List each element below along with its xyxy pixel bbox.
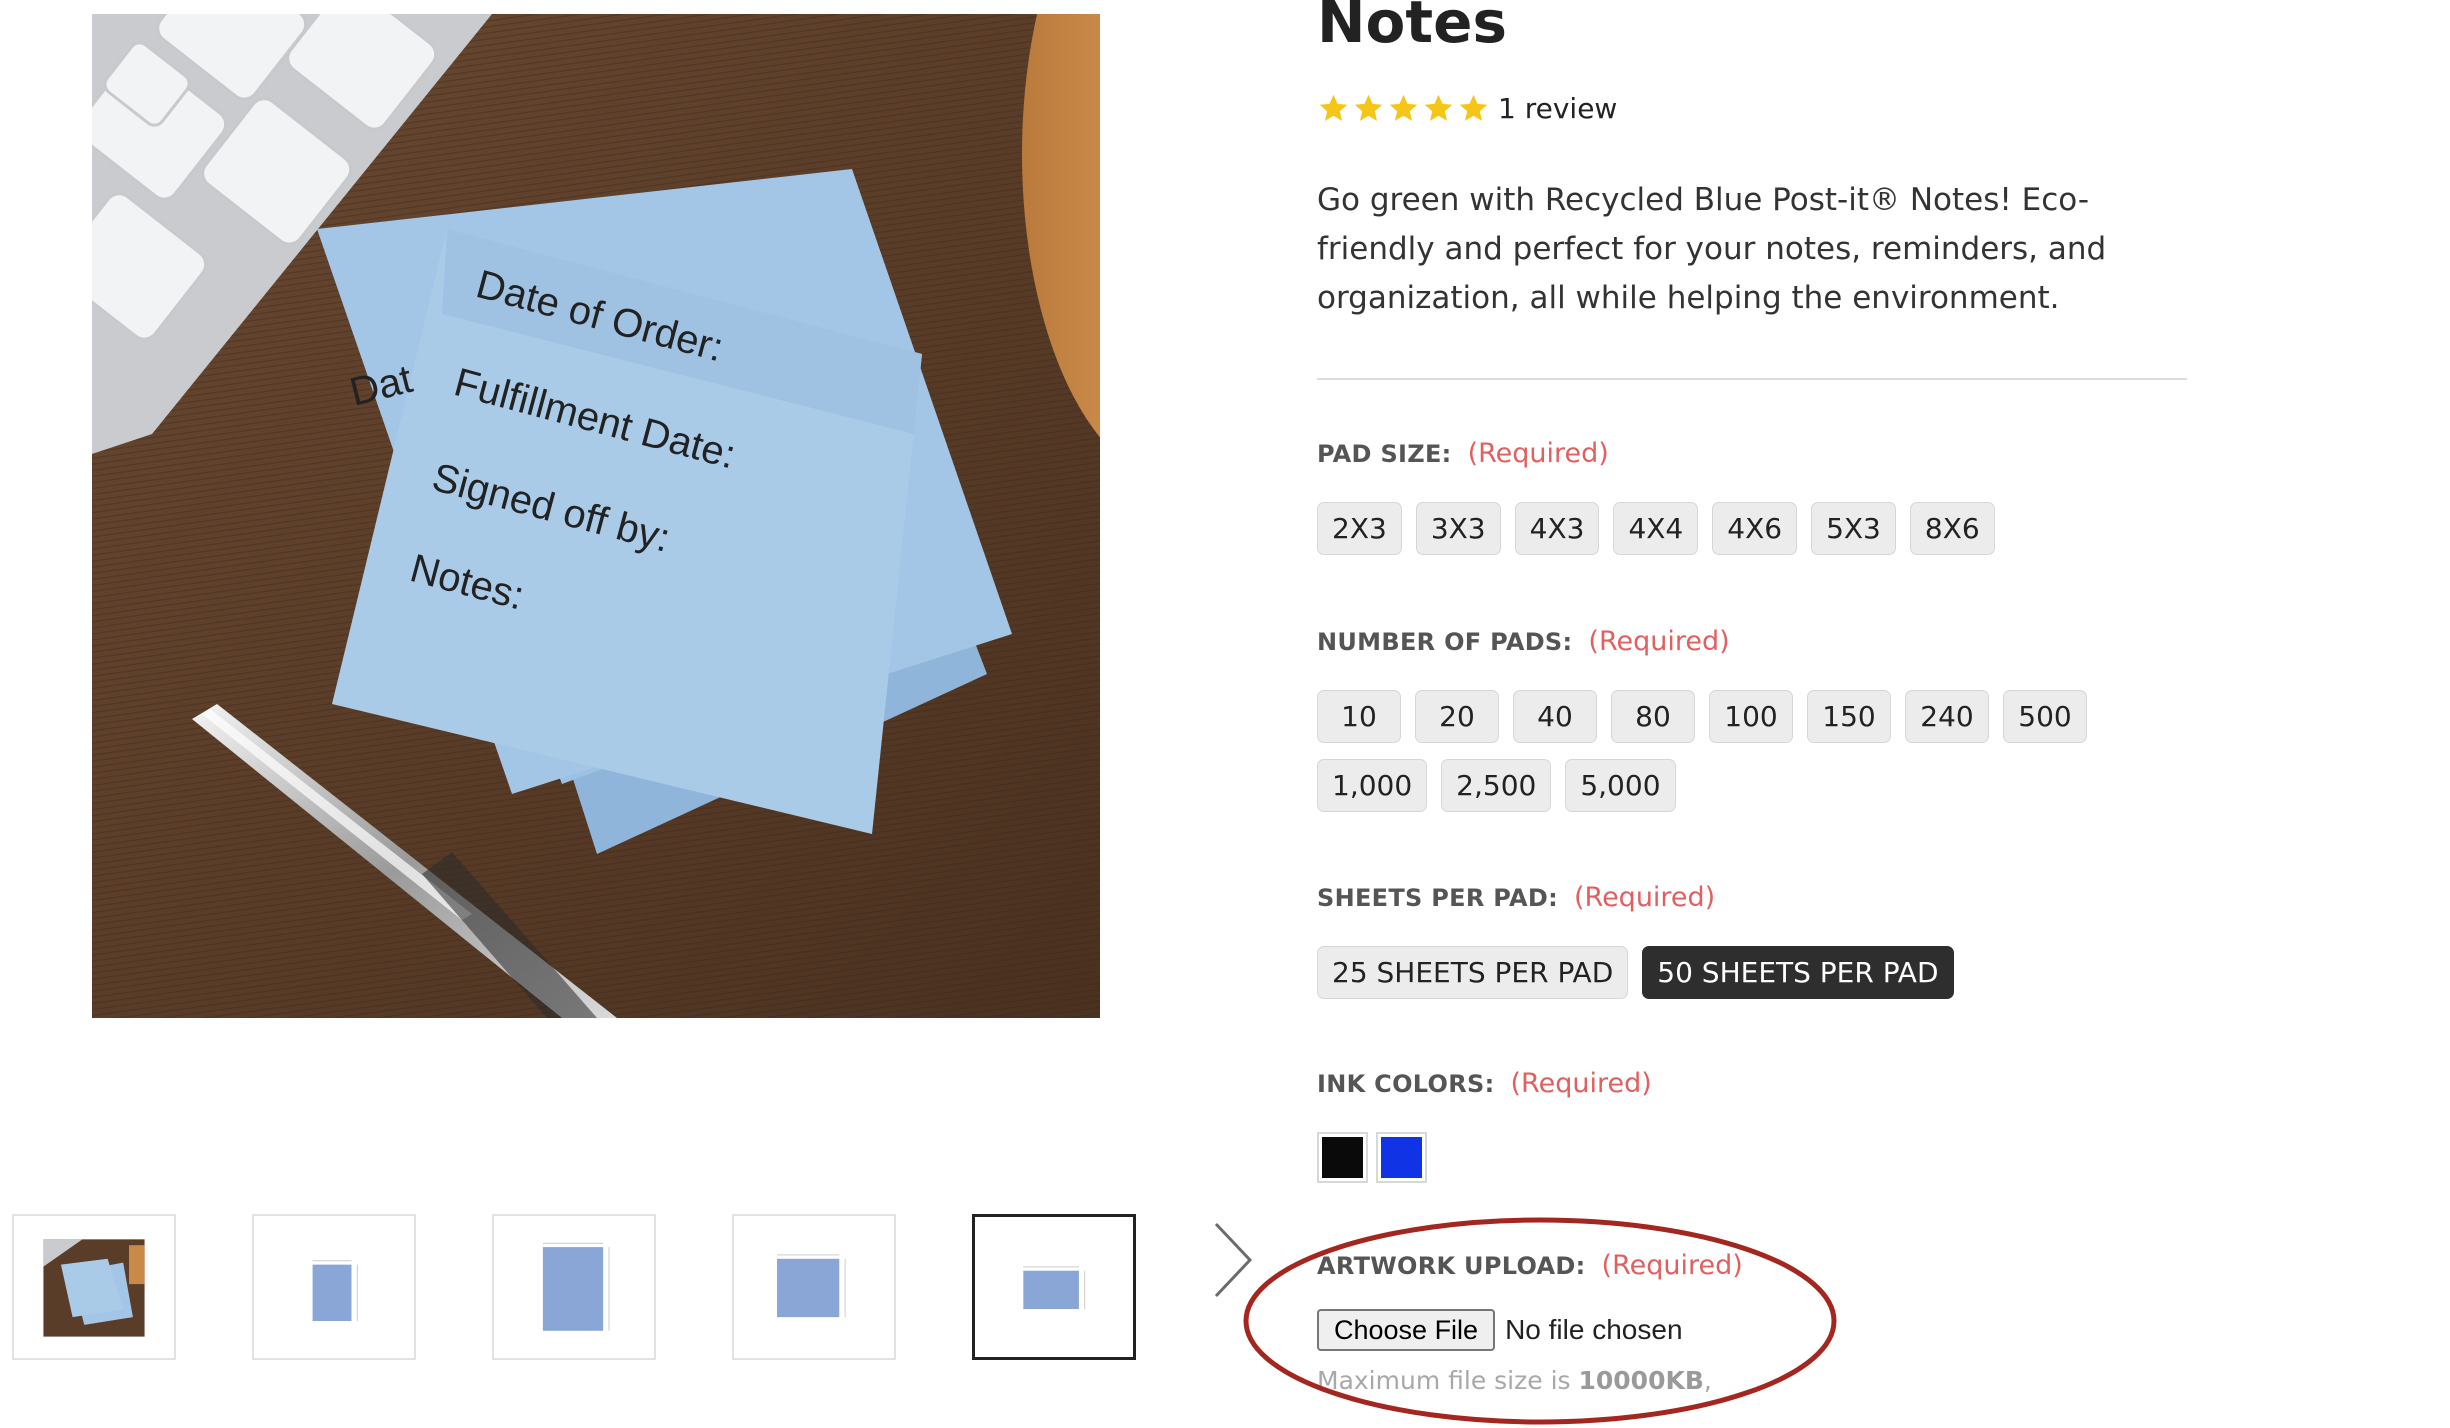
pad-size-option: PAD SIZE: (Required) 2X3 3X3 4X3 4X4 4X6… (1317, 438, 2187, 555)
choose-file-button[interactable]: Choose File (1317, 1309, 1496, 1351)
sheets-50-button[interactable]: 50 SHEETS PER PAD (1642, 946, 1954, 999)
divider (1317, 378, 2187, 380)
artwork-upload-label: ARTWORK UPLOAD: (1317, 1252, 1586, 1280)
pad-size-4x6-button[interactable]: 4X6 (1712, 502, 1798, 555)
thumbnail-4[interactable] (732, 1214, 896, 1360)
thumbnail-3[interactable] (492, 1214, 656, 1360)
review-count-link[interactable]: 1 review (1498, 92, 1617, 125)
pads-500-button[interactable]: 500 (2003, 690, 2087, 743)
pads-100-button[interactable]: 100 (1709, 690, 1793, 743)
pad-size-choices: 2X3 3X3 4X3 4X4 4X6 5X3 8X6 (1317, 502, 2187, 555)
chevron-right-icon[interactable] (1210, 1220, 1256, 1300)
number-of-pads-option: NUMBER OF PADS: (Required) 10 20 40 80 1… (1317, 626, 2187, 812)
max-file-size-hint: Maximum file size is 10000KB, (1317, 1366, 2017, 1395)
star-icon (1389, 94, 1418, 121)
product-title: Notes (1317, 0, 1507, 56)
ink-color-blue-swatch[interactable] (1376, 1132, 1427, 1183)
artwork-upload-required: (Required) (1601, 1250, 1743, 1281)
thumbnail-2[interactable] (252, 1214, 416, 1360)
max-file-size-suffix: , (1703, 1366, 1712, 1395)
sheets-per-pad-option: SHEETS PER PAD: (Required) 25 SHEETS PER… (1317, 882, 2187, 999)
main-product-image[interactable]: Date of Order: Fulfillment Date: Signed … (92, 14, 1100, 1018)
pads-240-button[interactable]: 240 (1905, 690, 1989, 743)
pads-40-button[interactable]: 40 (1513, 690, 1597, 743)
star-rating (1317, 92, 1490, 125)
pads-80-button[interactable]: 80 (1611, 690, 1695, 743)
artwork-upload-section: ARTWORK UPLOAD: (Required) Choose File N… (1317, 1250, 2017, 1395)
pad-size-5x3-button[interactable]: 5X3 (1811, 502, 1896, 555)
ink-colors-label: INK COLORS: (1317, 1070, 1495, 1098)
star-icon (1354, 94, 1383, 121)
number-of-pads-choices: 10 20 40 80 100 150 240 500 1,000 2,500 … (1317, 690, 2187, 812)
pad-size-4x4-button[interactable]: 4X4 (1613, 502, 1699, 555)
sheets-per-pad-required: (Required) (1573, 882, 1716, 913)
ink-colors-required: (Required) (1510, 1068, 1652, 1099)
number-of-pads-required: (Required) (1588, 626, 1730, 657)
ink-colors-option: INK COLORS: (Required) (1317, 1068, 2187, 1183)
pad-size-3x3-button[interactable]: 3X3 (1415, 502, 1501, 555)
pad-size-4x3-button[interactable]: 4X3 (1514, 502, 1600, 555)
ink-color-swatches (1317, 1132, 2187, 1183)
pad-size-8x6-button[interactable]: 8X6 (1909, 502, 1995, 555)
pad-size-2x3-button[interactable]: 2X3 (1317, 502, 1402, 555)
pads-5000-button[interactable]: 5,000 (1565, 759, 1676, 812)
pads-1000-button[interactable]: 1,000 (1317, 759, 1428, 812)
pads-10-button[interactable]: 10 (1317, 690, 1401, 743)
pad-size-required: (Required) (1467, 438, 1609, 469)
sheets-per-pad-label: SHEETS PER PAD: (1317, 884, 1558, 912)
pads-20-button[interactable]: 20 (1415, 690, 1499, 743)
file-status-text: No file chosen (1505, 1314, 1683, 1345)
file-input[interactable]: Choose File No file chosen (1317, 1308, 2017, 1352)
product-description: Go green with Recycled Blue Post-it® Not… (1317, 182, 2107, 316)
number-of-pads-label: NUMBER OF PADS: (1317, 628, 1573, 656)
star-icon (1319, 94, 1348, 121)
pads-150-button[interactable]: 150 (1807, 690, 1891, 743)
star-icon (1424, 94, 1453, 121)
star-icon (1459, 94, 1488, 121)
thumbnail-strip (12, 1214, 1282, 1362)
sheets-25-button[interactable]: 25 SHEETS PER PAD (1317, 946, 1629, 999)
ink-color-black-swatch[interactable] (1317, 1132, 1368, 1183)
pad-size-label: PAD SIZE: (1317, 440, 1452, 468)
thumbnail-5[interactable] (972, 1214, 1136, 1360)
thumbnail-1[interactable] (12, 1214, 176, 1360)
rating-summary[interactable]: 1 review (1317, 88, 1617, 128)
sheets-per-pad-choices: 25 SHEETS PER PAD 50 SHEETS PER PAD (1317, 946, 2187, 999)
max-file-size-value: 10000KB (1578, 1366, 1704, 1395)
pads-2500-button[interactable]: 2,500 (1441, 759, 1552, 812)
max-file-size-prefix: Maximum file size is (1317, 1366, 1579, 1395)
